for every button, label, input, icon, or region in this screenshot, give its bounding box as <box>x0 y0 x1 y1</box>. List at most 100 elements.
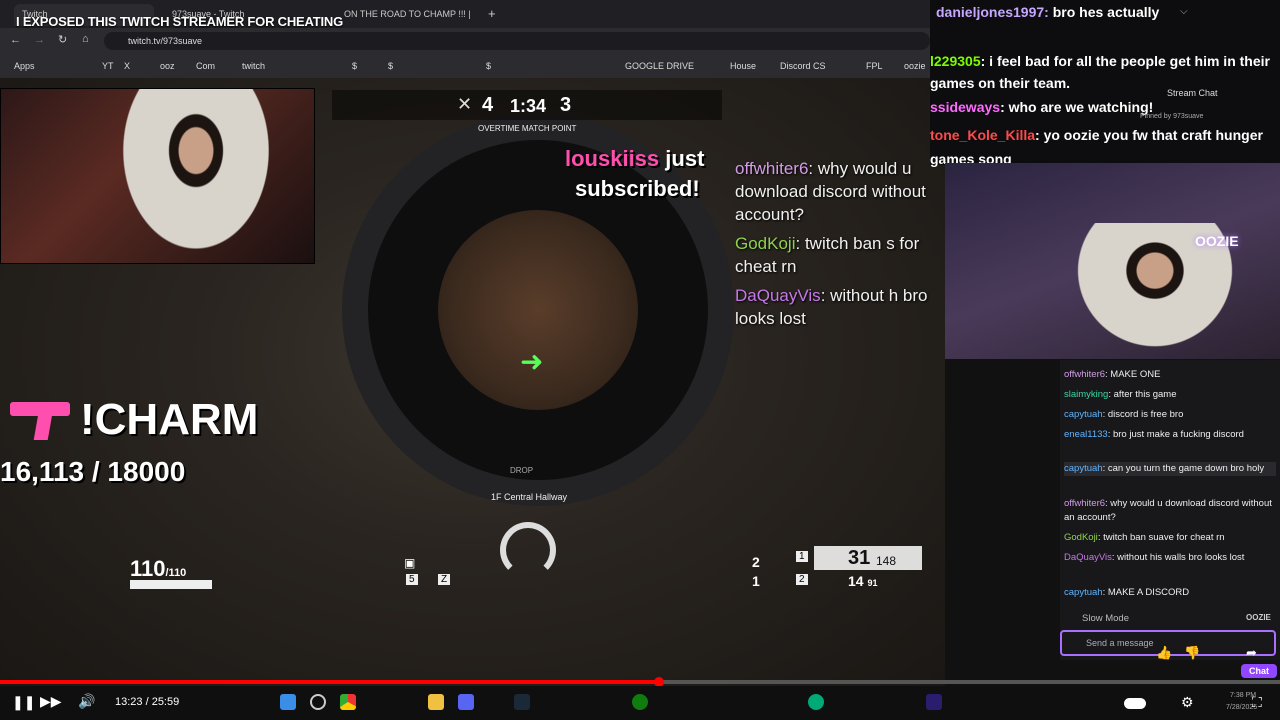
home-icon[interactable]: ⌂ <box>82 33 89 45</box>
top-chat-message: ssideways: who are we watching! <box>930 99 1153 115</box>
share-icon[interactable]: ➦ <box>1246 645 1257 661</box>
chat-user[interactable]: DaQuayVis <box>1064 552 1112 563</box>
chat-user[interactable]: capytuah <box>1064 409 1103 420</box>
brand-badge: OOZIE <box>1246 613 1271 622</box>
chat-user[interactable]: capytuah <box>1064 587 1103 598</box>
chat-user: danieljones1997: <box>936 4 1049 20</box>
tab-label: ON THE ROAD TO CHAMP !!! | <box>344 9 471 19</box>
windows-start-icon[interactable] <box>280 694 296 710</box>
progress-fill <box>0 680 660 684</box>
bookmark-oozie[interactable]: oozie <box>904 61 926 71</box>
chat-text: discord is free bro <box>1107 409 1184 420</box>
chat-user[interactable]: capytuah <box>1064 463 1103 474</box>
discord-icon[interactable] <box>458 694 474 710</box>
crossed-swords-icon: ✕ <box>457 94 473 114</box>
webcam-oozie: OOZIE <box>945 163 1280 359</box>
bookmark-yt[interactable]: YT <box>102 61 114 71</box>
reload-icon[interactable]: ↻ <box>58 33 67 46</box>
search-icon[interactable] <box>310 694 326 710</box>
round-status-bar: 4 1:34 3 ✕ <box>332 90 722 120</box>
chat-user[interactable]: offwhiter6 <box>1064 498 1105 509</box>
next-icon[interactable]: ▶▶ <box>40 693 62 710</box>
chat-user: ssideways <box>930 99 1001 115</box>
chat-user[interactable]: offwhiter6 <box>1064 369 1105 380</box>
sub-alert-line1: louskiiss just <box>565 146 704 172</box>
chat-message: offwhiter6: why would u download discord… <box>1064 498 1272 523</box>
like-icon[interactable]: 👍 <box>1156 645 1172 661</box>
health-display: 110/110 <box>130 556 186 582</box>
xbox-icon[interactable] <box>632 694 648 710</box>
health-max: /110 <box>165 567 187 579</box>
sub-alert-text: just <box>665 146 705 171</box>
edge-icon[interactable] <box>808 694 824 710</box>
pinned-label: Pinned by 973suave <box>1140 113 1204 120</box>
bookmark-dollar[interactable]: $ <box>486 61 491 71</box>
chat-message: offwhiter6: MAKE ONE <box>1064 369 1161 380</box>
dislike-icon[interactable]: 👎 <box>1184 645 1200 661</box>
ammo-reserve: 148 <box>876 554 897 568</box>
chat-user[interactable]: slaimyking <box>1064 389 1108 400</box>
forward-icon[interactable]: → <box>34 34 45 46</box>
video-time: 13:23 / 25:59 <box>115 696 180 708</box>
player-marker-icon: ➜ <box>520 346 544 377</box>
secondary-count: 14 <box>848 573 864 589</box>
match-status: OVERTIME MATCH POINT <box>478 124 577 133</box>
chat-user: DaQuayVis <box>735 286 821 305</box>
location-label: 1F Central Hallway <box>491 492 568 502</box>
chevron-down-icon[interactable]: ⌵ <box>1180 6 1188 17</box>
webcam-streamer <box>0 88 315 265</box>
chat-text: twitch ban suave for cheat rn <box>1103 532 1225 543</box>
chat-message: capytuah: MAKE A DISCORD <box>1064 587 1190 598</box>
chat-message: capytuah: can you turn the game down bro… <box>1064 462 1276 476</box>
chat-message: slaimyking: after this game <box>1064 389 1177 400</box>
health-bar <box>130 580 212 589</box>
bookmark-ooz[interactable]: ooz <box>160 61 175 71</box>
bookmark-dollar[interactable]: $ <box>352 61 357 71</box>
bookmark-dollar[interactable]: $ <box>388 61 393 71</box>
bookmark-com[interactable]: Com <box>196 61 215 71</box>
sub-alert-line2: subscribed! <box>575 176 700 201</box>
chat-text: bro hes actually <box>1052 4 1160 20</box>
round-left-score: 4 <box>482 94 494 116</box>
slow-mode-label: Slow Mode <box>1082 613 1129 624</box>
bookmark-house[interactable]: House <box>730 61 756 71</box>
folder-icon[interactable] <box>428 694 444 710</box>
chat-text: MAKE ONE <box>1110 369 1161 380</box>
chat-user: tone_Kole_Killa <box>930 127 1036 143</box>
cam-count: 5 <box>406 574 418 585</box>
chat-text: after this game <box>1113 389 1177 400</box>
new-tab-button[interactable]: + <box>488 6 496 21</box>
url-text: twitch.tv/973suave <box>128 36 203 46</box>
chat-user[interactable]: eneal1133 <box>1064 429 1108 440</box>
overlay-chat-message: GodKoji: twitch ban s for cheat rn <box>735 234 920 276</box>
steam-icon[interactable] <box>514 694 530 710</box>
weapon-slot-1: 1 <box>796 551 808 562</box>
top-chat-message: l229305: i feel bad for all the people g… <box>930 50 1270 94</box>
settings-gear-icon[interactable]: ⚙ <box>1181 694 1194 711</box>
bookmark-x[interactable]: X <box>124 61 130 71</box>
bookmark-fpl[interactable]: FPL <box>866 61 883 71</box>
back-icon[interactable]: ← <box>10 34 21 46</box>
bookmark-google-drive[interactable]: GOOGLE DRIVE <box>625 61 694 71</box>
autoplay-toggle[interactable] <box>1124 698 1146 709</box>
browser-tab[interactable]: ON THE ROAD TO CHAMP !!! | <box>336 4 476 26</box>
url-field[interactable]: twitch.tv/973suave <box>104 32 930 50</box>
premiere-icon[interactable] <box>926 694 942 710</box>
cam-key: Z <box>438 574 451 585</box>
bookmark-discord-cs[interactable]: Discord CS <box>780 61 826 71</box>
chat-text: can you turn the game down bro holy <box>1107 463 1265 474</box>
chat-text: : i feel bad for all the people get him … <box>930 53 1270 91</box>
top-chat-message: danieljones1997: bro hes actually <box>936 4 1159 20</box>
gadget-b-count: 1 <box>752 573 760 589</box>
volume-icon[interactable]: 🔊 <box>78 693 95 710</box>
chrome-icon[interactable] <box>340 694 356 710</box>
chat-button[interactable]: Chat <box>1241 664 1277 678</box>
bookmark-twitch[interactable]: twitch <box>242 61 265 71</box>
charm-command: !CHARM <box>80 395 259 444</box>
chat-user[interactable]: GodKoji <box>1064 532 1098 543</box>
pause-icon[interactable]: ❚❚ <box>12 694 35 711</box>
address-bar-row: ← → ↻ ⌂ twitch.tv/973suave <box>0 28 930 54</box>
bookmark-apps[interactable]: Apps <box>14 61 35 71</box>
weapon-slot-2: 2 <box>796 574 808 585</box>
compass-icon <box>500 522 556 578</box>
